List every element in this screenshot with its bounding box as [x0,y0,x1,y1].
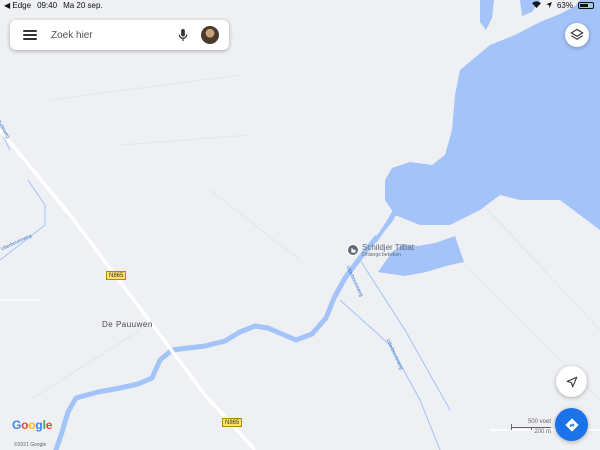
poi-title: Schildjer Tilbat [362,243,415,252]
microphone-icon[interactable] [173,25,193,45]
location-icon [545,1,552,10]
navigation-arrow-icon [566,376,577,387]
copyright: ©2021 Google [14,442,47,448]
poi-marker[interactable]: Schildjer Tilbat Onlangs bekeken [347,243,414,258]
avatar[interactable] [201,26,219,44]
search-bar[interactable]: Zoek hier [10,20,229,50]
clock: 09:40 [37,1,58,10]
menu-icon[interactable] [23,30,37,40]
search-input[interactable]: Zoek hier [51,30,173,41]
poi-subtitle: Onlangs bekeken [362,252,401,258]
road-shield: N865 [222,418,243,427]
logo-letter: e [45,418,53,432]
scale-upper: 500 voet [527,419,551,425]
scale-bar: 500 voet 200 m [511,418,551,438]
wifi-icon [532,1,541,10]
back-to-app[interactable]: ◀ Edge [4,1,31,10]
place-label[interactable]: De Pauuwen [102,320,153,329]
hotel-icon [347,244,359,256]
layers-icon [570,28,584,40]
battery-icon [578,2,594,9]
scale-lower: 200 m [534,429,551,435]
layers-button[interactable] [565,23,589,47]
logo-letter: g [35,418,43,432]
logo-letter: G [12,418,22,432]
date: Ma 20 sep. [63,1,103,10]
road-shield: N865 [106,271,127,280]
battery-percent: 63% [556,1,573,10]
google-logo: Google [12,418,52,432]
my-location-button[interactable] [556,366,587,397]
directions-icon [564,417,579,432]
map-canvas[interactable] [0,0,600,450]
directions-button[interactable] [555,408,588,441]
status-bar: ◀ Edge 09:40 Ma 20 sep. 63% [0,0,600,12]
